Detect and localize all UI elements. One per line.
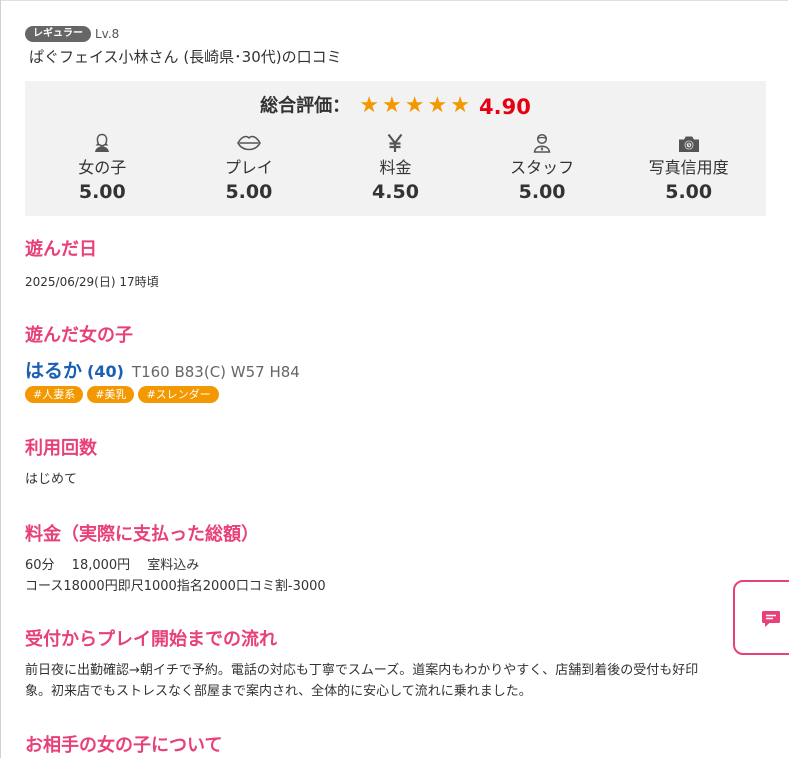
overall-label: 総合評価：	[260, 95, 351, 117]
review-page: レギュラー Lv.8 ぱぐフェイス小林さん (長崎県･30代)の口コミ 総合評価…	[0, 0, 789, 758]
girl-size: T160 B83(C) W57 H84	[131, 363, 300, 381]
category-label: 女の子	[78, 158, 127, 177]
lips-icon	[176, 133, 323, 153]
reviewer-info: レギュラー Lv.8	[25, 24, 766, 44]
girl-tags: #人妻系 #美乳 #スレンダー	[25, 386, 766, 403]
reviewer-level: Lv.8	[95, 27, 120, 41]
section-heading: 料金（実際に支払った総額）	[25, 524, 259, 545]
tag-chip[interactable]: #スレンダー	[138, 386, 219, 403]
overall-rating: 総合評価： ★ ★ ★ ★ ★ 4.90	[25, 92, 766, 120]
section-heading: 遊んだ日	[25, 239, 97, 260]
visit-date-section: 遊んだ日 2025/06/29(日) 17時頃	[25, 238, 159, 293]
girl-info: はるか (40) T160 B83(C) W57 H84	[25, 356, 766, 383]
section-heading: お相手の女の子について	[25, 735, 223, 756]
category-staff: スタッフ 5.00	[469, 133, 616, 205]
category-score: 5.00	[518, 181, 566, 203]
section-heading: 遊んだ女の子	[25, 325, 133, 346]
tag-chip[interactable]: #美乳	[87, 386, 135, 403]
camera-icon	[615, 133, 762, 153]
rating-box: 総合評価： ★ ★ ★ ★ ★ 4.90 女の子 5.00 プレイ 5.00 料…	[25, 81, 766, 216]
category-ratings: 女の子 5.00 プレイ 5.00 料金 4.50 スタッフ 5.00 写真信用…	[29, 133, 762, 205]
flow-text-line-2: 象。初来店でもストレスなく部屋まで案内され、全体的に安心して流れに乗れました。	[25, 684, 532, 699]
category-label: 料金	[379, 158, 412, 177]
visit-date-value: 2025/06/29(日) 17時頃	[25, 275, 159, 289]
about-girl-section: お相手の女の子について	[25, 734, 222, 758]
floating-comment-button[interactable]	[733, 580, 789, 655]
star-icon: ★	[404, 93, 425, 118]
category-score: 4.50	[372, 181, 419, 203]
top-divider	[1, 0, 788, 1]
flow-text-line-1: 前日夜に出勤確認→朝イチで予約。電話の対応も丁寧でスムーズ。道案内もわかりやすく…	[25, 663, 699, 678]
category-price: 料金 4.50	[322, 133, 469, 205]
overall-score: 4.90	[479, 94, 531, 119]
category-girl: 女の子 5.00	[29, 133, 176, 205]
girl-name-link[interactable]: はるか	[25, 356, 82, 383]
woman-icon	[29, 133, 176, 153]
category-label: スタッフ	[510, 158, 575, 177]
star-icon: ★	[427, 93, 448, 118]
category-label: 写真信用度	[648, 158, 729, 177]
category-score: 5.00	[225, 181, 273, 203]
comment-icon	[762, 611, 780, 627]
rank-badge: レギュラー	[25, 26, 91, 42]
review-content: レギュラー Lv.8 ぱぐフェイス小林さん (長崎県･30代)の口コミ 総合評価…	[25, 24, 766, 756]
price-breakdown: コース18000円即尺1000指名2000口コミ割-3000	[25, 579, 326, 594]
flow-section: 受付からプレイ開始までの流れ 前日夜に出勤確認→朝イチで予約。電話の対応も丁寧で…	[25, 628, 766, 702]
tag-chip[interactable]: #人妻系	[25, 386, 84, 403]
review-title: ぱぐフェイス小林さん (長崎県･30代)の口コミ	[29, 48, 342, 66]
girl-age[interactable]: (40)	[87, 362, 124, 381]
girl-section: 遊んだ女の子 はるか (40) T160 B83(C) W57 H84 #人妻系…	[25, 324, 766, 403]
usage-count-value: はじめて	[25, 472, 78, 487]
category-score: 5.00	[665, 181, 713, 203]
section-heading: 受付からプレイ開始までの流れ	[25, 629, 277, 650]
category-photo-trust: 写真信用度 5.00	[615, 133, 762, 205]
category-play: プレイ 5.00	[176, 133, 323, 205]
category-label: プレイ	[224, 158, 273, 177]
star-rating: ★ ★ ★ ★ ★	[359, 92, 473, 121]
price-summary: 60分 18,000円 室料込み	[25, 558, 200, 573]
star-icon: ★	[450, 93, 470, 118]
section-heading: 利用回数	[25, 438, 97, 459]
category-score: 5.00	[78, 181, 126, 203]
price-section: 料金（実際に支払った総額） 60分 18,000円 室料込み コース18000円…	[25, 523, 326, 597]
usage-count-section: 利用回数 はじめて	[25, 437, 97, 490]
star-icon: ★	[381, 93, 402, 118]
star-icon: ★	[359, 93, 379, 118]
yen-icon	[322, 133, 469, 153]
staff-icon	[469, 133, 616, 153]
